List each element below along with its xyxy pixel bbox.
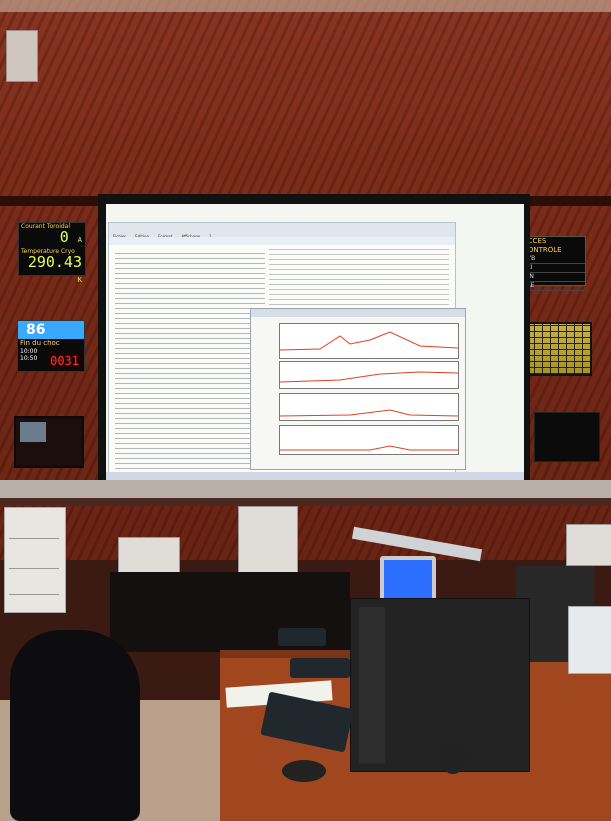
plot-panel (279, 361, 459, 389)
trace (279, 371, 459, 383)
shot-display: 86 Fin du choc 10:00 10:50 0031 (17, 320, 85, 372)
plot-window (250, 308, 466, 470)
filing-cabinet (4, 507, 66, 613)
right-wall-monitor (534, 412, 600, 462)
data-table-text (115, 249, 265, 473)
office-chair (10, 630, 140, 821)
plot-window-title (251, 309, 465, 317)
ceiling (0, 0, 611, 12)
toroidal-current-display: Courant Toroidal 0 A Temperature Cryo 29… (18, 222, 86, 284)
cryo-temp-unit: K (77, 276, 82, 284)
trace (280, 445, 458, 451)
printer (566, 524, 611, 566)
access-control-title: ACCES CONTROLE (523, 237, 562, 254)
shot-counter: 0031 (47, 354, 82, 368)
access-row: FCI (521, 264, 585, 273)
status-grid-display (524, 322, 592, 376)
plot-panel (279, 323, 459, 359)
trace (279, 409, 459, 417)
plot-panel (279, 425, 459, 455)
plot-panel (279, 393, 459, 421)
keyboard (290, 658, 350, 678)
cryo-temp-value: 290.43 (27, 253, 82, 271)
toroidal-current-value: 0 (59, 228, 69, 246)
printer (118, 537, 180, 577)
left-wall-monitor (14, 416, 84, 468)
access-row: FCE (521, 282, 585, 291)
keyboard (278, 628, 326, 646)
access-row: IDN (521, 273, 585, 282)
toroidal-current-unit: A (77, 236, 82, 244)
menu-bar: Fichier Edition Format Affichage ? (109, 223, 455, 239)
mouse (282, 760, 326, 782)
wall-vent (6, 30, 38, 82)
shot-end-label: Fin du choc (20, 339, 60, 347)
toolbar (109, 237, 455, 245)
monitor (568, 606, 611, 674)
access-row: HYB (521, 255, 585, 264)
mouse (440, 744, 466, 774)
trace (279, 331, 459, 351)
shot-number: 86 (18, 321, 84, 339)
pc-tower (350, 598, 530, 772)
wall-shelf (0, 480, 611, 498)
printer (238, 506, 298, 574)
